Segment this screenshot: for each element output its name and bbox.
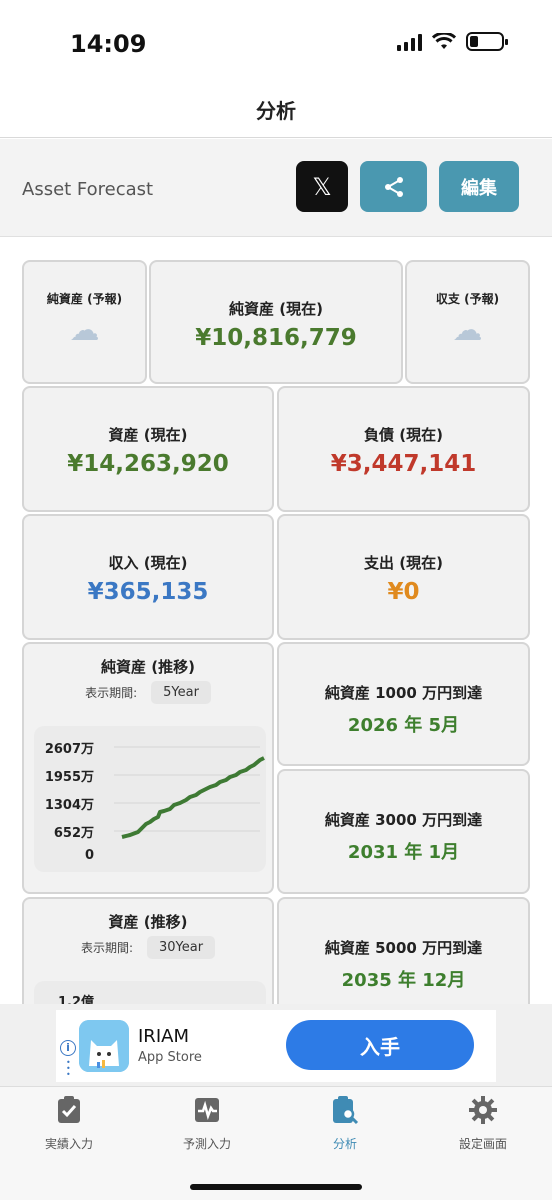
tab-label: 実績入力 (44, 1137, 93, 1151)
assets-current-label: 資産 (現在) (108, 426, 188, 444)
liabilities-current-value: ¥3,447,141 (330, 451, 477, 477)
battery-icon (466, 32, 508, 51)
ad-subtitle: App Store (138, 1050, 202, 1065)
status-icons (397, 32, 508, 51)
y-tick: 1.2億 (57, 995, 94, 1004)
milestone-card[interactable]: 純資産 1000 万円到達 2026 年 5月 (277, 642, 530, 766)
ad-app-icon[interactable] (79, 1020, 129, 1072)
assets-trend-card[interactable]: 資産 (推移) 表示期間: 30Year 1.2億 (22, 897, 274, 1004)
gear-icon (469, 1096, 497, 1124)
net-assets-current-value: ¥10,816,779 (195, 325, 357, 351)
assets-current-card[interactable]: 資産 (現在) ¥14,263,920 (22, 386, 274, 512)
cloud-icon: ☁ (69, 313, 100, 348)
net-assets-chart: 2607万 1955万 1304万 652万 0 (34, 726, 266, 872)
expense-current-card[interactable]: 支出 (現在) ¥0 (277, 514, 530, 640)
net-assets-line (114, 746, 265, 839)
milestone-date: 2031 年 1月 (347, 842, 460, 863)
expense-current-label: 支出 (現在) (364, 554, 443, 572)
milestone-label: 純資産 3000 万円到達 (324, 811, 483, 829)
income-current-card[interactable]: 収入 (現在) ¥365,135 (22, 514, 274, 640)
milestone-card[interactable]: 純資産 3000 万円到達 2031 年 1月 (277, 769, 530, 894)
chart-pulse-icon (195, 1098, 219, 1122)
tab-bar: 実績入力 予測入力 分析 設定画面 (0, 1086, 552, 1200)
tab-label: 予測入力 (182, 1137, 231, 1151)
analysis-search-icon (333, 1096, 359, 1125)
app-header: Asset Forecast 𝕏 編集 (0, 139, 552, 237)
net-assets-current-card[interactable]: 純資産 (現在) ¥10,816,779 (149, 260, 403, 384)
income-current-label: 収入 (現在) (108, 554, 188, 572)
net-assets-current-label: 純資産 (現在) (229, 300, 323, 318)
x-logo-icon: 𝕏 (312, 172, 332, 201)
tab-label: 設定画面 (458, 1137, 507, 1151)
period-selector[interactable]: 5Year (151, 681, 211, 704)
milestone-label: 純資産 5000 万円到達 (324, 939, 483, 957)
expense-current-value: ¥0 (387, 579, 420, 605)
tab-label: 分析 (332, 1137, 357, 1151)
assets-trend-title: 資産 (推移) (108, 913, 188, 931)
period-label: 表示期間: (85, 686, 138, 700)
tab-settings[interactable]: 設定画面 (414, 1095, 552, 1152)
milestone-date: 2035 年 12月 (341, 970, 466, 991)
net-assets-trend-title: 純資産 (推移) (101, 658, 195, 676)
status-time: 14:09 (70, 30, 147, 58)
milestone-date: 2026 年 5月 (347, 715, 460, 736)
tab-analysis[interactable]: 分析 (276, 1095, 414, 1152)
ad-more-icon[interactable]: • • • (66, 1059, 71, 1079)
ad-title: IRIAM (138, 1026, 189, 1047)
tab-forecast-input[interactable]: 予測入力 (138, 1095, 276, 1152)
status-bar: 14:09 (0, 0, 552, 88)
app-name: Asset Forecast (22, 179, 154, 200)
liabilities-current-label: 負債 (現在) (364, 426, 443, 444)
period-selector[interactable]: 30Year (146, 936, 216, 959)
page-title: 分析 (0, 88, 552, 138)
wifi-icon (432, 32, 456, 49)
assets-current-value: ¥14,263,920 (67, 451, 229, 477)
cloud-icon: ☁ (452, 313, 483, 348)
net-assets-trend-card[interactable]: 純資産 (推移) 表示期間: 5Year 2607万 1955万 1304万 6… (22, 642, 274, 894)
analysis-content[interactable]: 純資産 (予報) ☁ 純資産 (現在) ¥10,816,779 収支 (予報) … (0, 238, 552, 1004)
net-assets-forecast-label: 純資産 (予報) (46, 292, 123, 306)
share-icon (384, 176, 403, 197)
home-indicator[interactable] (190, 1184, 362, 1190)
cellular-signal-icon (397, 33, 422, 51)
milestone-label: 純資産 1000 万円到達 (324, 684, 483, 702)
ad-info-icon[interactable]: i (60, 1040, 76, 1056)
tab-actual-input[interactable]: 実績入力 (0, 1095, 138, 1152)
income-current-value: ¥365,135 (87, 579, 209, 605)
liabilities-current-card[interactable]: 負債 (現在) ¥3,447,141 (277, 386, 530, 512)
net-assets-forecast-card[interactable]: 純資産 (予報) ☁ (22, 260, 147, 384)
ad-get-button[interactable]: 入手 (286, 1020, 474, 1070)
period-label: 表示期間: (80, 941, 133, 955)
milestone-card[interactable]: 純資産 5000 万円到達 2035 年 12月 (277, 897, 530, 1004)
ad-banner: i • • • IRIAM App Store 入手 (0, 1004, 552, 1086)
balance-forecast-card[interactable]: 収支 (予報) ☁ (405, 260, 530, 384)
edit-button[interactable]: 編集 (439, 161, 519, 212)
assets-chart: 1.2億 (34, 981, 266, 1004)
x-share-button[interactable]: 𝕏 (296, 161, 348, 212)
balance-forecast-label: 収支 (予報) (435, 292, 500, 306)
share-button[interactable] (360, 161, 427, 212)
clipboard-check-icon (58, 1096, 80, 1123)
